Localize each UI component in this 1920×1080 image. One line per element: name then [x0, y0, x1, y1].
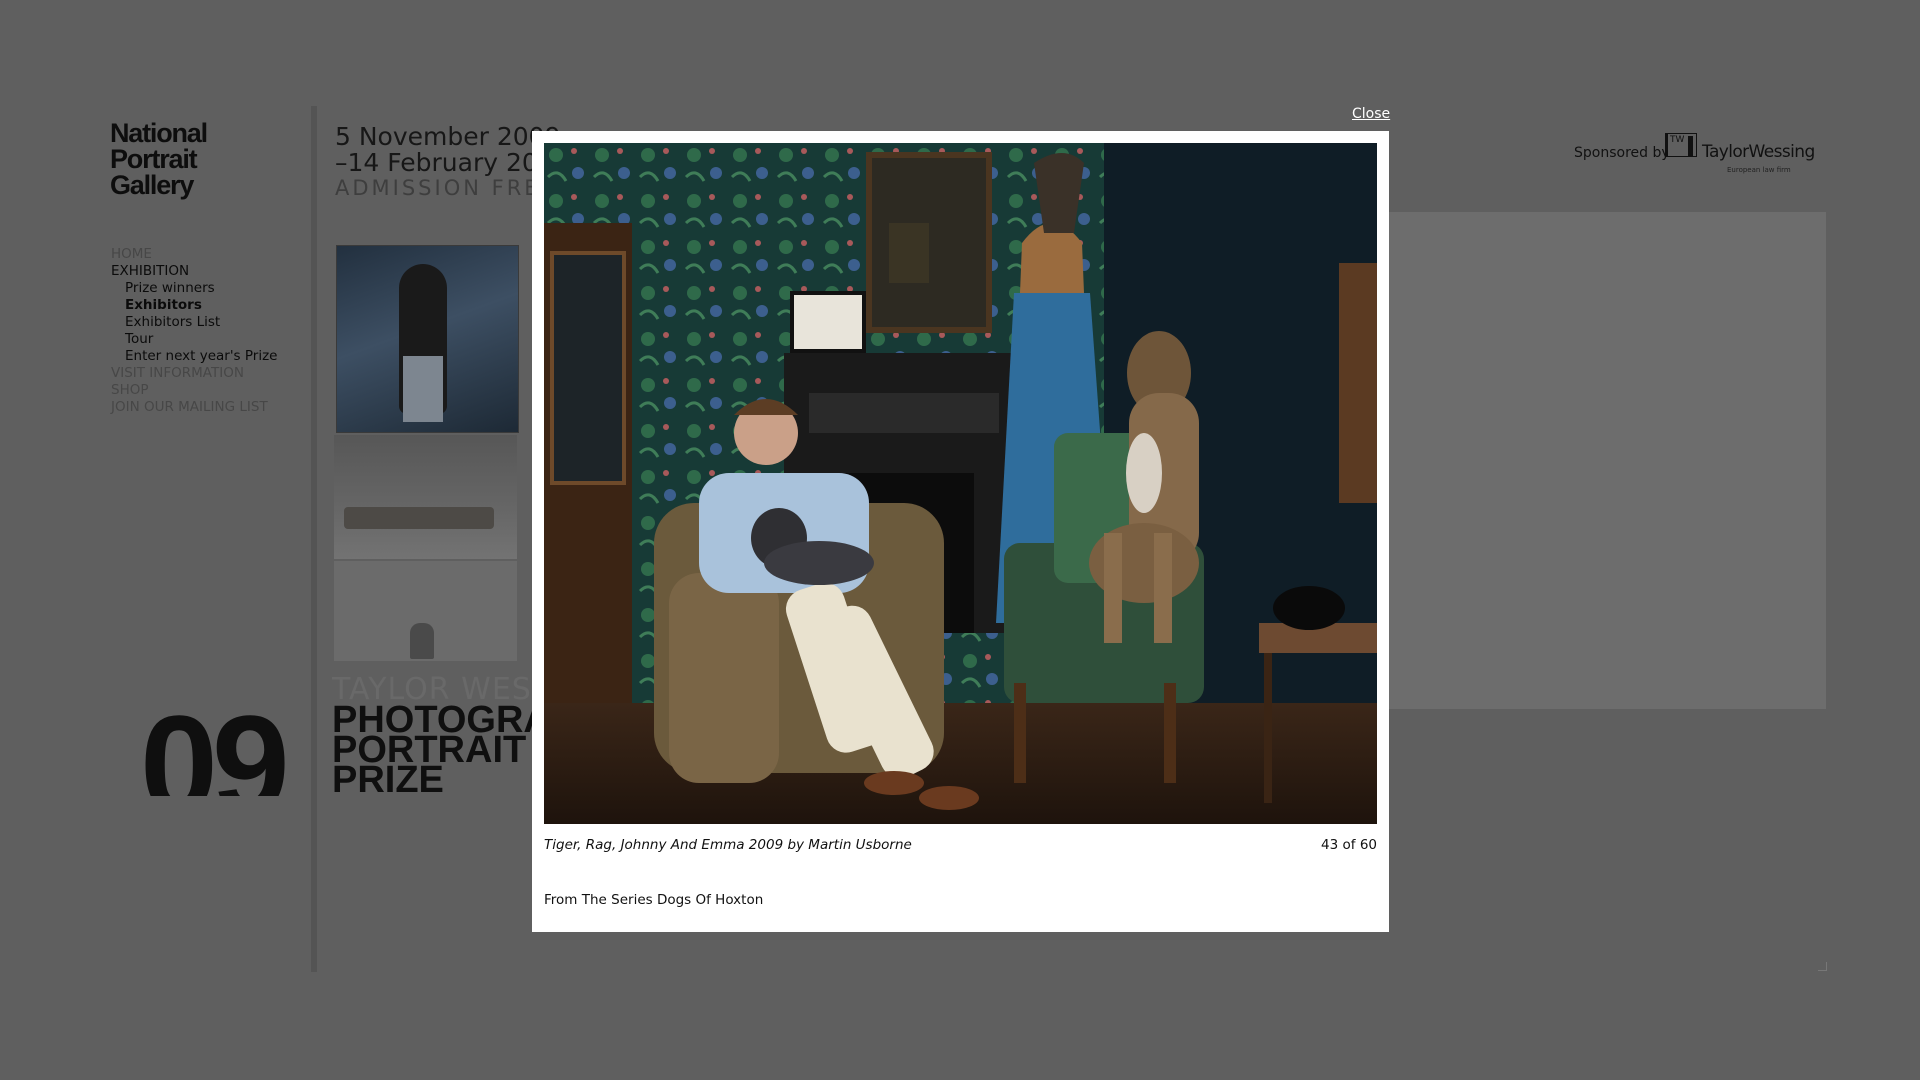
nav-exhibitors-list[interactable]: Exhibitors List — [111, 314, 277, 331]
thumbnail-reclining-figure[interactable] — [334, 435, 517, 559]
sponsor-tagline: European law firm — [1727, 166, 1791, 174]
thumbnail-standing-figure[interactable] — [334, 561, 517, 661]
nav-exhibition[interactable]: EXHIBITION — [111, 263, 277, 280]
nav-join-mailing-list[interactable]: JOIN OUR MAILING LIST — [111, 399, 277, 416]
logo-line-1: National — [110, 118, 208, 148]
photo-illustration — [544, 143, 1377, 824]
sponsor-block[interactable]: Sponsored by TW TaylorWessing European l… — [1572, 129, 1815, 174]
main-navigation: HOME EXHIBITION Prize winners Exhibitors… — [111, 246, 277, 416]
photo-counter: 43 of 60 — [1321, 837, 1377, 853]
nav-tour[interactable]: Tour — [111, 331, 277, 348]
national-portrait-gallery-logo[interactable]: National Portrait Gallery — [110, 118, 240, 200]
nav-home[interactable]: HOME — [111, 246, 277, 263]
banner-ghost-text: TAYLOR WESSING — [332, 672, 532, 707]
nav-visit-information[interactable]: VISIT INFORMATION — [111, 365, 277, 382]
resize-grip-icon — [1818, 962, 1827, 971]
sponsor-name: TaylorWessing — [1702, 142, 1815, 162]
nav-shop[interactable]: SHOP — [111, 382, 277, 399]
nav-exhibitors[interactable]: Exhibitors — [111, 297, 277, 314]
thumbnail-portrait-woman[interactable] — [336, 245, 519, 433]
sponsored-by-label: Sponsored by — [1574, 145, 1670, 161]
lightbox-close-link[interactable]: Close — [1352, 106, 1390, 122]
logo-line-2: Portrait — [110, 144, 198, 174]
nav-enter-next-years-prize[interactable]: Enter next year's Prize — [111, 348, 277, 365]
lightbox-photo[interactable] — [544, 143, 1377, 824]
content-panel-background — [1388, 212, 1826, 709]
nav-prize-winners[interactable]: Prize winners — [111, 280, 277, 297]
vertical-divider — [311, 106, 317, 972]
lightbox-modal: Tiger, Rag, Johnny And Emma 2009 by Mart… — [532, 131, 1389, 932]
banner-prize-title: PHOTOGRAPHIC PORTRAIT PRIZE — [332, 705, 532, 795]
photo-caption: Tiger, Rag, Johnny And Emma 2009 by Mart… — [544, 837, 912, 853]
sponsor-mark-text: TW — [1670, 135, 1685, 145]
taylor-wessing-logo-icon: TW — [1665, 133, 1697, 157]
logo-line-3: Gallery — [110, 170, 194, 200]
banner-year-number: 09 — [140, 690, 290, 796]
admission-label: ADMISSION FREE — [335, 176, 557, 200]
thumbnail-strip — [334, 245, 534, 661]
photo-description: From The Series Dogs Of Hoxton — [544, 892, 764, 908]
